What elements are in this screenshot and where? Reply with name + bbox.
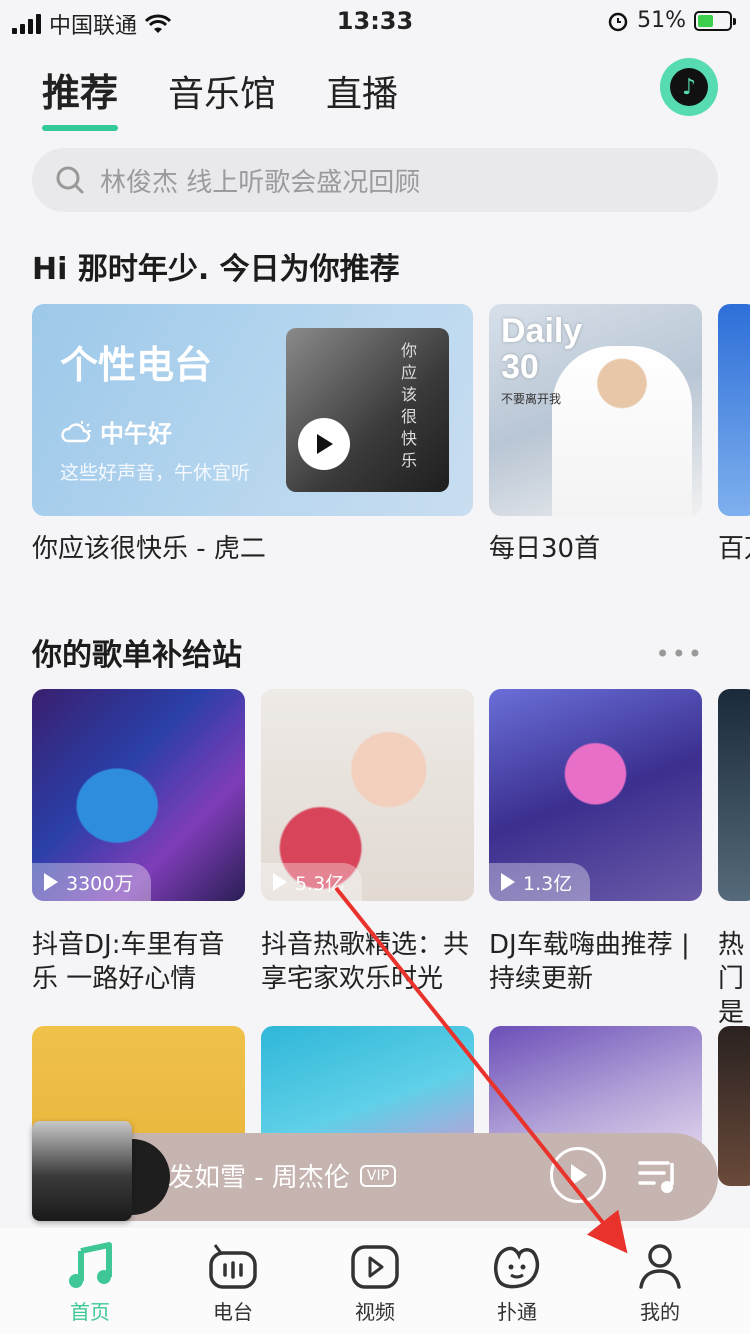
tab-live[interactable]: 直播	[326, 65, 398, 131]
cover-text: 你应该很快乐	[398, 342, 417, 474]
music-note-button[interactable]: ♪	[660, 58, 718, 116]
play-count: 3300万	[32, 863, 152, 901]
more-icon[interactable]: •••	[656, 640, 704, 668]
bottom-tab-bar: 首页 电台 视频 扑通 我的	[0, 1228, 750, 1334]
tab-recommend[interactable]: 推荐	[42, 62, 119, 131]
greeting-text: 中午好	[100, 420, 172, 448]
radio-card-title: 个性电台	[60, 343, 213, 387]
play-pause-button[interactable]	[550, 1147, 606, 1203]
status-right: 51%	[607, 8, 736, 33]
battery-icon	[694, 10, 736, 31]
playlist-card-partial[interactable]	[718, 1026, 750, 1186]
daily-line2: 30	[501, 348, 539, 386]
search-icon	[56, 166, 84, 194]
status-bar: 中国联通 13:33 51%	[0, 0, 750, 44]
search-bar[interactable]: 林俊杰 线上听歌会盛况回顾	[32, 148, 718, 212]
top-tabs: 推荐 音乐馆 直播	[42, 62, 398, 131]
play-count: 1.3亿	[489, 863, 591, 901]
tab-label: 视频	[355, 1300, 395, 1324]
playlist-title[interactable]: DJ车载嗨曲推荐 | 持续更新	[489, 928, 702, 996]
now-playing: 发如雪 - 周杰伦 VIP	[168, 1157, 397, 1194]
partial-caption[interactable]: 百万	[718, 532, 750, 566]
search-placeholder: 林俊杰 线上听歌会盛况回顾	[100, 167, 421, 198]
daily-sub: 不要离开我	[501, 392, 562, 406]
tab-mine[interactable]: 我的	[610, 1236, 710, 1325]
playlists-title: 你的歌单补给站	[32, 638, 242, 673]
tab-home[interactable]: 首页	[40, 1236, 140, 1325]
radio-caption[interactable]: 你应该很快乐 - 虎二	[32, 532, 266, 566]
user-icon	[639, 1244, 681, 1289]
playlist-card-partial[interactable]	[718, 689, 750, 901]
daily-line1: Daily	[501, 312, 583, 350]
tab-video[interactable]: 视频	[325, 1236, 425, 1325]
play-button[interactable]	[298, 418, 350, 470]
radio-cover-image: 你应该很快乐	[286, 328, 449, 492]
personal-radio-card[interactable]: 个性电台 中午好 这些好声音，午休宜听 你应该很快乐	[32, 304, 473, 516]
playlist-card[interactable]: 1.3亿	[489, 689, 702, 901]
battery-percent: 51%	[637, 8, 686, 33]
song-title: 发如雪 - 周杰伦	[168, 1163, 350, 1193]
radio-icon	[209, 1244, 257, 1289]
tab-label: 电台	[213, 1300, 253, 1324]
partial-card[interactable]	[718, 304, 750, 516]
daily-caption[interactable]: 每日30首	[489, 532, 600, 566]
tab-label: 首页	[70, 1300, 110, 1324]
play-icon	[571, 1164, 587, 1186]
music-note-icon: ♪	[670, 68, 708, 106]
mini-player[interactable]: 发如雪 - 周杰伦 VIP	[32, 1121, 718, 1221]
tab-putong[interactable]: 扑通	[467, 1236, 567, 1325]
play-icon	[317, 434, 333, 454]
radio-card-subtitle: 这些好声音，午休宜听	[60, 462, 251, 484]
playlist-queue-icon[interactable]	[638, 1157, 682, 1197]
tab-label: 我的	[640, 1300, 680, 1324]
album-art[interactable]	[32, 1121, 132, 1221]
play-count: 5.3亿	[261, 863, 363, 901]
playlist-title[interactable]: 抖音DJ:车里有音乐 一路好心情	[32, 928, 245, 996]
playlist-card[interactable]: 5.3亿	[261, 689, 474, 901]
tab-radio[interactable]: 电台	[183, 1236, 283, 1325]
tab-label: 扑通	[497, 1300, 537, 1324]
weather-icon	[61, 420, 91, 442]
artist-photo	[552, 346, 692, 516]
vip-badge: VIP	[359, 1164, 397, 1187]
tab-music-hall[interactable]: 音乐馆	[168, 65, 276, 131]
playlist-title[interactable]: 抖音热歌精选：共享宅家欢乐时光	[261, 928, 474, 996]
daily-30-card[interactable]: Daily 30 不要离开我	[489, 304, 702, 516]
music-note-icon	[69, 1242, 112, 1288]
putong-icon	[493, 1246, 540, 1289]
alarm-icon	[608, 12, 628, 31]
video-icon	[351, 1245, 399, 1289]
recommend-title: Hi 那时年少. 今日为你推荐	[32, 252, 400, 287]
playlist-card[interactable]: 3300万	[32, 689, 245, 901]
radio-card-greeting: 中午好	[60, 414, 172, 449]
